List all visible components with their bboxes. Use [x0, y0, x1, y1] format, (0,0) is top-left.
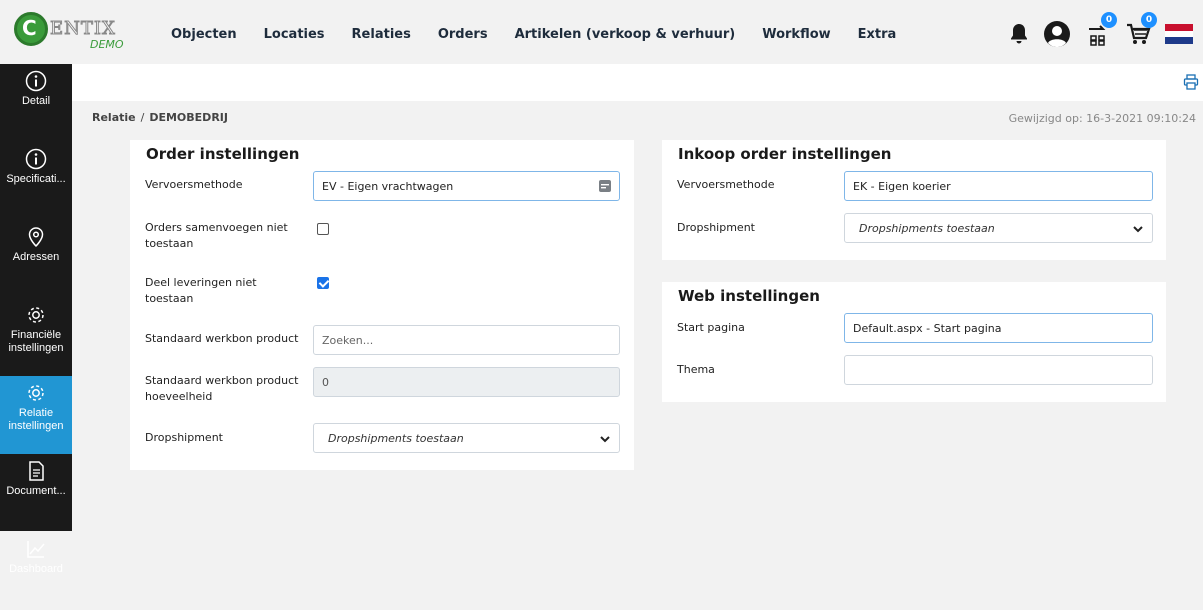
- gear-icon: [28, 385, 44, 401]
- centix-logo[interactable]: C ENTIX DEMO: [14, 12, 134, 52]
- start-pagina-label: Start pagina: [677, 321, 745, 334]
- breadcrumb-separator: /: [140, 111, 145, 124]
- gear-icon: [28, 307, 44, 323]
- sidebar: Detail Specificati... Adressen Financiël…: [0, 64, 72, 575]
- orders-samenvoegen-label: Orders samenvoegen niet toestaan: [145, 220, 288, 252]
- logo-letter: C: [22, 16, 37, 40]
- info-icon: [25, 70, 47, 92]
- sidebar-item-label: Detail: [21, 95, 51, 107]
- werkbon-hoeveelheid-value: 0: [322, 376, 329, 389]
- info-icon: [25, 148, 47, 170]
- deel-leveringen-checkbox[interactable]: [317, 277, 329, 289]
- chevron-down-icon: [600, 436, 610, 443]
- user-avatar-icon[interactable]: [1043, 20, 1071, 48]
- sidebar-item-dashboard[interactable]: Dashboard: [0, 532, 72, 610]
- werkbon-product-placeholder: Zoeken...: [322, 334, 374, 347]
- main-nav: Objecten Locaties Relaties Orders Artike…: [171, 27, 923, 42]
- sidebar-item-documenten[interactable]: Document...: [0, 454, 72, 532]
- sidebar-item-adressen[interactable]: Adressen: [0, 220, 72, 298]
- sidebar-item-label: Financiële: [10, 329, 62, 341]
- werkbon-hoeveelheid-label-line1: Standaard werkbon product: [145, 374, 299, 387]
- modified-timestamp: Gewijzigd op: 16-3-2021 09:10:24: [1008, 112, 1196, 125]
- start-pagina-input[interactable]: Default.aspx - Start pagina: [844, 313, 1153, 343]
- thema-label: Thema: [677, 363, 715, 376]
- thema-input[interactable]: [844, 355, 1153, 385]
- inkoop-vervoersmethode-input[interactable]: EK - Eigen koerier: [844, 171, 1153, 201]
- vervoersmethode-input[interactable]: EV - Eigen vrachtwagen: [313, 171, 620, 201]
- inkoop-vervoersmethode-value: EK - Eigen koerier: [853, 180, 951, 193]
- inkoop-vervoersmethode-label: Vervoersmethode: [677, 178, 775, 191]
- transfer-icon[interactable]: 0: [1085, 12, 1117, 47]
- toolbar: [72, 64, 1203, 101]
- deel-leveringen-label-line1: Deel leveringen niet: [145, 276, 257, 289]
- sidebar-item-label: Relatie: [18, 407, 54, 419]
- dropshipment-label: Dropshipment: [145, 431, 223, 444]
- document-icon: [29, 461, 44, 481]
- sidebar-item-label: Dashboard: [9, 563, 63, 575]
- werkbon-hoeveelheid-label: Standaard werkbon product hoeveelheid: [145, 373, 298, 405]
- sidebar-item-detail[interactable]: Detail: [0, 64, 72, 142]
- sidebar-item-specificaties[interactable]: Specificati...: [0, 142, 72, 220]
- start-pagina-value: Default.aspx - Start pagina: [853, 322, 1002, 335]
- bell-icon[interactable]: [1009, 23, 1029, 45]
- sidebar-item-label-2: instellingen: [8, 342, 64, 354]
- vervoersmethode-label: Vervoersmethode: [145, 178, 243, 191]
- breadcrumb: Relatie / DEMOBEDRIJ: [92, 111, 228, 124]
- sidebar-item-label: Adressen: [12, 251, 60, 263]
- nav-orders[interactable]: Orders: [438, 27, 488, 42]
- werkbon-hoeveelheid-label-line2: hoeveelheid: [145, 390, 213, 403]
- web-settings-panel: Web instellingen Start pagina Default.as…: [662, 282, 1166, 402]
- nav-workflow[interactable]: Workflow: [762, 27, 830, 42]
- dropshipment-select[interactable]: Dropshipments toestaan: [313, 423, 620, 453]
- sidebar-item-label: Specificati...: [6, 173, 66, 185]
- inkoop-dropshipment-select[interactable]: Dropshipments toestaan: [844, 213, 1153, 243]
- panel-title: Web instellingen: [678, 287, 820, 305]
- orders-samenvoegen-label-line1: Orders samenvoegen niet: [145, 221, 288, 234]
- deel-leveringen-label: Deel leveringen niet toestaan: [145, 275, 257, 307]
- vervoersmethode-value: EV - Eigen vrachtwagen: [322, 180, 454, 193]
- cart-badge: 0: [1141, 12, 1157, 28]
- inkoop-dropshipment-value: Dropshipments toestaan: [859, 222, 995, 235]
- inkoop-dropshipment-label: Dropshipment: [677, 221, 755, 234]
- sidebar-item-relatie-instellingen[interactable]: Relatie instellingen: [0, 376, 72, 454]
- printer-icon[interactable]: [1183, 74, 1199, 90]
- nav-relaties[interactable]: Relaties: [352, 27, 411, 42]
- sidebar-item-financiele-instellingen[interactable]: Financiële instellingen: [0, 298, 72, 376]
- logo-text: ENTIX: [50, 18, 116, 40]
- werkbon-product-label: Standaard werkbon product: [145, 332, 299, 345]
- werkbon-hoeveelheid-input: 0: [313, 367, 620, 397]
- cart-icon[interactable]: 0: [1125, 12, 1157, 47]
- sidebar-item-label-2: instellingen: [8, 420, 64, 432]
- location-pin-icon: [28, 227, 44, 248]
- sidebar-item-label: Document...: [6, 485, 66, 497]
- orders-samenvoegen-label-line2: toestaan: [145, 237, 194, 250]
- inkoop-order-settings-panel: Inkoop order instellingen Vervoersmethod…: [662, 140, 1166, 260]
- breadcrumb-current: DEMOBEDRIJ: [149, 111, 228, 124]
- nav-extra[interactable]: Extra: [858, 27, 897, 42]
- transfer-badge: 0: [1101, 12, 1117, 28]
- nav-artikelen[interactable]: Artikelen (verkoop & verhuur): [515, 27, 736, 42]
- panel-title: Inkoop order instellingen: [678, 145, 892, 163]
- breadcrumb-relatie[interactable]: Relatie: [92, 111, 136, 124]
- nav-locaties[interactable]: Locaties: [264, 27, 325, 42]
- order-settings-panel: Order instellingen Vervoersmethode EV - …: [130, 140, 634, 470]
- demo-label: DEMO: [90, 38, 124, 51]
- deel-leveringen-label-line2: toestaan: [145, 292, 194, 305]
- chevron-down-icon: [1133, 226, 1143, 233]
- dropshipment-value: Dropshipments toestaan: [328, 432, 464, 445]
- nav-objecten[interactable]: Objecten: [171, 27, 237, 42]
- werkbon-product-search[interactable]: Zoeken...: [313, 325, 620, 355]
- panel-title: Order instellingen: [146, 145, 300, 163]
- language-flag-icon[interactable]: [1165, 24, 1193, 45]
- lookup-icon[interactable]: [599, 180, 611, 192]
- orders-samenvoegen-checkbox[interactable]: [317, 223, 329, 235]
- top-navigation-bar: C ENTIX DEMO Objecten Locaties Relaties …: [0, 0, 1203, 64]
- top-icons: 0 0: [995, 12, 1193, 54]
- chart-icon: [27, 541, 45, 558]
